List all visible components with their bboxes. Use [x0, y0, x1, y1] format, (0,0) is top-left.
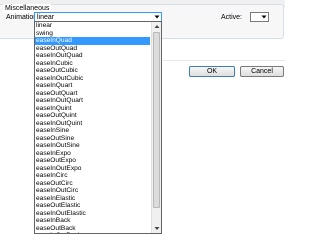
- scroll-down-arrow-icon[interactable]: [152, 224, 161, 233]
- dropdown-item[interactable]: linear: [35, 22, 150, 30]
- dropdown-item[interactable]: easeOutQuint: [35, 112, 150, 120]
- dropdown-item[interactable]: easeInOutCubic: [35, 75, 150, 83]
- divider: [163, 60, 285, 61]
- dropdown-item[interactable]: easeOutQuart: [35, 90, 150, 98]
- dropdown-item[interactable]: easeInQuart: [35, 82, 150, 90]
- dropdown-item[interactable]: easeInExpo: [35, 150, 150, 158]
- active-combobox[interactable]: [250, 12, 269, 22]
- dropdown-item[interactable]: easeOutCirc: [35, 180, 150, 188]
- chevron-down-icon[interactable]: [261, 14, 267, 20]
- dropdown-items: linear swing easeInQuad easeOutQuad easeInOu…: [35, 22, 150, 233]
- dropdown-item[interactable]: easeInQuad: [35, 37, 150, 45]
- dropdown-item[interactable]: easeInElastic: [35, 195, 150, 203]
- chevron-down-icon[interactable]: [154, 14, 160, 20]
- cancel-button[interactable]: Cancel: [240, 66, 284, 77]
- dropdown-item[interactable]: easeOutElastic: [35, 202, 150, 210]
- dropdown-item[interactable]: easeInBack: [35, 217, 150, 225]
- dropdown-item[interactable]: swing: [35, 30, 150, 38]
- dropdown-item[interactable]: easeInSine: [35, 127, 150, 135]
- scrollbar-thumb[interactable]: [153, 32, 160, 208]
- ok-button[interactable]: OK: [189, 66, 235, 77]
- dropdown-item[interactable]: easeInQuint: [35, 105, 150, 113]
- dropdown-item[interactable]: easeInCubic: [35, 60, 150, 68]
- dropdown-item[interactable]: easeInOutElastic: [35, 210, 150, 218]
- dropdown-item[interactable]: easeInOutSine: [35, 142, 150, 150]
- active-label: Active:: [221, 14, 243, 21]
- dropdown-item[interactable]: easeOutExpo: [35, 157, 150, 165]
- dialog-panel: Miscellaneous Animation: linear Active: …: [0, 0, 285, 244]
- dropdown-item[interactable]: easeInOutQuad: [35, 52, 150, 60]
- dropdown-item[interactable]: easeInOutCirc: [35, 187, 150, 195]
- dropdown-item[interactable]: easeInOutExpo: [35, 165, 150, 173]
- scroll-up-arrow-icon[interactable]: [152, 22, 161, 31]
- dropdown-scrollbar[interactable]: [151, 22, 161, 233]
- dropdown-item[interactable]: easeOutCubic: [35, 67, 150, 75]
- animation-dropdown-list[interactable]: linear swing easeInQuad easeOutQuad easeInOu…: [34, 21, 162, 234]
- dropdown-item[interactable]: easeInCirc: [35, 172, 150, 180]
- dropdown-item[interactable]: easeOutQuad: [35, 45, 150, 53]
- dropdown-item[interactable]: easeInOutBack: [35, 232, 150, 233]
- dropdown-item[interactable]: easeOutSine: [35, 135, 150, 143]
- dropdown-item[interactable]: easeInOutQuart: [35, 97, 150, 105]
- dropdown-item[interactable]: easeOutBack: [35, 225, 150, 233]
- dropdown-item[interactable]: easeInOutQuint: [35, 120, 150, 128]
